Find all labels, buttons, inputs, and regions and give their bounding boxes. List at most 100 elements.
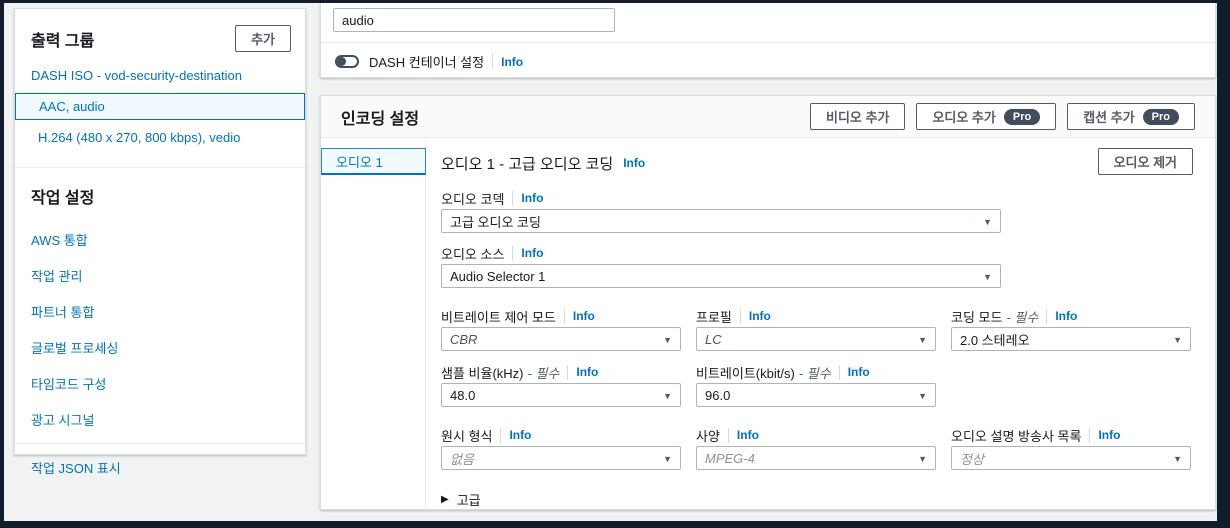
- codec-options-row-2: 샘플 비율(kHz) - 필수 Info 48.0 ▼ 비트레이트(kbit/s…: [441, 364, 1193, 407]
- add-audio-button[interactable]: 오디오 추가 Pro: [916, 103, 1057, 130]
- bitrate-select[interactable]: 96.0 ▼: [696, 383, 936, 407]
- broadcaster-mix-select[interactable]: 정상 ▼: [951, 446, 1191, 470]
- raw-format-label-row: 원시 형식 Info: [441, 427, 681, 444]
- sidebar-item-aws-integration[interactable]: AWS 통합: [31, 230, 289, 249]
- label-separator: [567, 364, 569, 380]
- label-separator: [1046, 308, 1048, 324]
- profile-info-link[interactable]: Info: [749, 309, 771, 323]
- sidebar-item-job-management[interactable]: 작업 관리: [31, 266, 289, 285]
- audio-pane-title: 오디오 1 - 고급 오디오 코딩: [441, 155, 614, 173]
- dash-container-info-link[interactable]: Info: [501, 55, 523, 69]
- pro-badge: Pro: [1142, 108, 1179, 125]
- profile-value: LC: [705, 331, 722, 347]
- sidebar-item-aac-audio-selected[interactable]: AAC, audio: [15, 93, 305, 120]
- encoding-settings-title: 인코딩 설정: [341, 110, 420, 128]
- sidebar-item-h264-video[interactable]: H.264 (480 x 270, 800 kbps), vedio: [15, 124, 305, 151]
- add-caption-button[interactable]: 캡션 추가 Pro: [1067, 103, 1195, 130]
- job-settings-section: 작업 설정 AWS 통합 작업 관리 파트너 통합 글로벌 프로세싱 타임코드 …: [15, 168, 305, 443]
- show-job-json-link[interactable]: 작업 JSON 표시: [31, 458, 289, 477]
- label-separator: [500, 427, 502, 443]
- bitrate-info-link[interactable]: Info: [848, 365, 870, 379]
- broadcaster-mix-info-link[interactable]: Info: [1098, 428, 1120, 442]
- specification-select[interactable]: MPEG-4 ▼: [696, 446, 936, 470]
- advanced-label: 고급: [456, 493, 481, 508]
- raw-format-value: 없음: [450, 451, 474, 467]
- required-suffix: - 필수: [798, 365, 831, 381]
- audio-source-label-row: 오디오 소스 Info: [441, 245, 1193, 262]
- empty-cell: [951, 364, 1191, 407]
- label-separator: [512, 190, 514, 206]
- chevron-down-icon: ▼: [918, 454, 927, 464]
- audio-coding-info-link[interactable]: Info: [623, 156, 645, 170]
- output-groups-header: 출력 그룹 추가: [15, 9, 305, 62]
- encoding-settings-header: 인코딩 설정 비디오 추가 오디오 추가 Pro 캡션 추가 Pro: [321, 96, 1215, 138]
- advanced-expander[interactable]: ▶ 고급: [441, 490, 1193, 509]
- bitrate-value: 96.0: [705, 387, 731, 403]
- bitrate-control-mode-info-link[interactable]: Info: [573, 309, 595, 323]
- dash-container-toggle[interactable]: [335, 55, 359, 68]
- specification-label-row: 사양 Info: [696, 427, 936, 444]
- raw-format-label: 원시 형식: [441, 428, 493, 444]
- sample-rate-select[interactable]: 48.0 ▼: [441, 383, 681, 407]
- expand-arrow-icon: ▶: [441, 494, 449, 505]
- codec-options-row-1: 비트레이트 제어 모드 Info CBR ▼ 프로필 Info LC ▼ 코딩 …: [441, 308, 1193, 351]
- specification-value: MPEG-4: [705, 450, 755, 466]
- raw-format-info-link[interactable]: Info: [509, 428, 531, 442]
- label-separator: [563, 308, 565, 324]
- label-separator: [492, 54, 494, 69]
- encoding-settings-body: 오디오 1 오디오 1 - 고급 오디오 코딩 Info 오디오 제거 오디오 …: [321, 138, 1215, 510]
- sample-rate-info-link[interactable]: Info: [576, 365, 598, 379]
- label-separator: [727, 427, 729, 443]
- broadcaster-mix-label: 오디오 설명 방송사 목록: [951, 428, 1082, 444]
- audio-codec-info-link[interactable]: Info: [521, 191, 543, 205]
- bitrate-control-mode-value: CBR: [450, 331, 478, 347]
- chevron-down-icon: ▼: [983, 217, 992, 227]
- sidebar-item-partner-integration[interactable]: 파트너 통합: [31, 302, 289, 321]
- audio-source-select[interactable]: Audio Selector 1 ▼: [441, 264, 1001, 288]
- dash-container-settings-row: DASH 컨테이너 설정 Info: [335, 52, 523, 71]
- profile-select[interactable]: LC ▼: [696, 327, 936, 351]
- sidebar-item-dash-iso-group[interactable]: DASH ISO - vod-security-destination: [15, 62, 305, 89]
- output-tab-rail: 오디오 1: [321, 138, 426, 510]
- audio-pane-header: 오디오 1 - 고급 오디오 코딩 Info: [441, 150, 1193, 176]
- output-settings-card: DASH 컨테이너 설정 Info: [320, 3, 1216, 78]
- bitrate-label: 비트레이트(kbit/s): [696, 365, 795, 381]
- audio-source-label: 오디오 소스: [441, 246, 505, 262]
- bitrate-control-mode-label: 비트레이트 제어 모드: [441, 309, 556, 325]
- toggle-knob-icon: [337, 57, 346, 66]
- name-modifier-input[interactable]: [333, 8, 615, 32]
- add-caption-label: 캡션 추가: [1083, 110, 1135, 125]
- label-separator: [512, 245, 514, 261]
- dash-container-toggle-label: DASH 컨테이너 설정: [369, 55, 485, 70]
- coding-mode-value: 2.0 스테레오: [960, 332, 1030, 348]
- bitrate-label-row: 비트레이트(kbit/s) - 필수 Info: [696, 364, 936, 381]
- encoding-header-actions: 비디오 추가 오디오 추가 Pro 캡션 추가 Pro: [810, 103, 1195, 130]
- audio-codec-label-row: 오디오 코덱 Info: [441, 190, 1193, 207]
- sidebar-item-global-processing[interactable]: 글로벌 프로세싱: [31, 338, 289, 357]
- job-settings-title: 작업 설정: [31, 190, 95, 207]
- broadcaster-mix-value: 정상: [960, 451, 984, 467]
- tab-audio-1[interactable]: 오디오 1: [321, 148, 426, 175]
- sidebar-item-timecode-config[interactable]: 타임코드 구성: [31, 374, 289, 393]
- sample-rate-label: 샘플 비율(kHz): [441, 365, 524, 381]
- specification-info-link[interactable]: Info: [737, 428, 759, 442]
- audio-codec-select[interactable]: 고급 오디오 코딩 ▼: [441, 209, 1001, 233]
- bitrate-control-mode-select[interactable]: CBR ▼: [441, 327, 681, 351]
- required-suffix: - 필수: [1006, 309, 1039, 325]
- chevron-down-icon: ▼: [918, 335, 927, 345]
- add-output-group-button[interactable]: 추가: [235, 25, 291, 52]
- label-separator: [739, 308, 741, 324]
- chevron-down-icon: ▼: [663, 391, 672, 401]
- remove-audio-button[interactable]: 오디오 제거: [1097, 148, 1193, 175]
- coding-mode-select[interactable]: 2.0 스테레오 ▼: [951, 327, 1191, 351]
- add-video-button[interactable]: 비디오 추가: [810, 103, 906, 130]
- section-divider: [321, 42, 1215, 43]
- sidebar-item-ad-signaling[interactable]: 광고 시그널: [31, 410, 289, 429]
- profile-label-row: 프로필 Info: [696, 308, 936, 325]
- coding-mode-info-link[interactable]: Info: [1055, 309, 1077, 323]
- mediaconvert-job-page: 출력 그룹 추가 DASH ISO - vod-security-destina…: [4, 3, 1217, 521]
- label-separator: [838, 364, 840, 380]
- chevron-down-icon: ▼: [663, 454, 672, 464]
- raw-format-select[interactable]: 없음 ▼: [441, 446, 681, 470]
- audio-source-info-link[interactable]: Info: [521, 246, 543, 260]
